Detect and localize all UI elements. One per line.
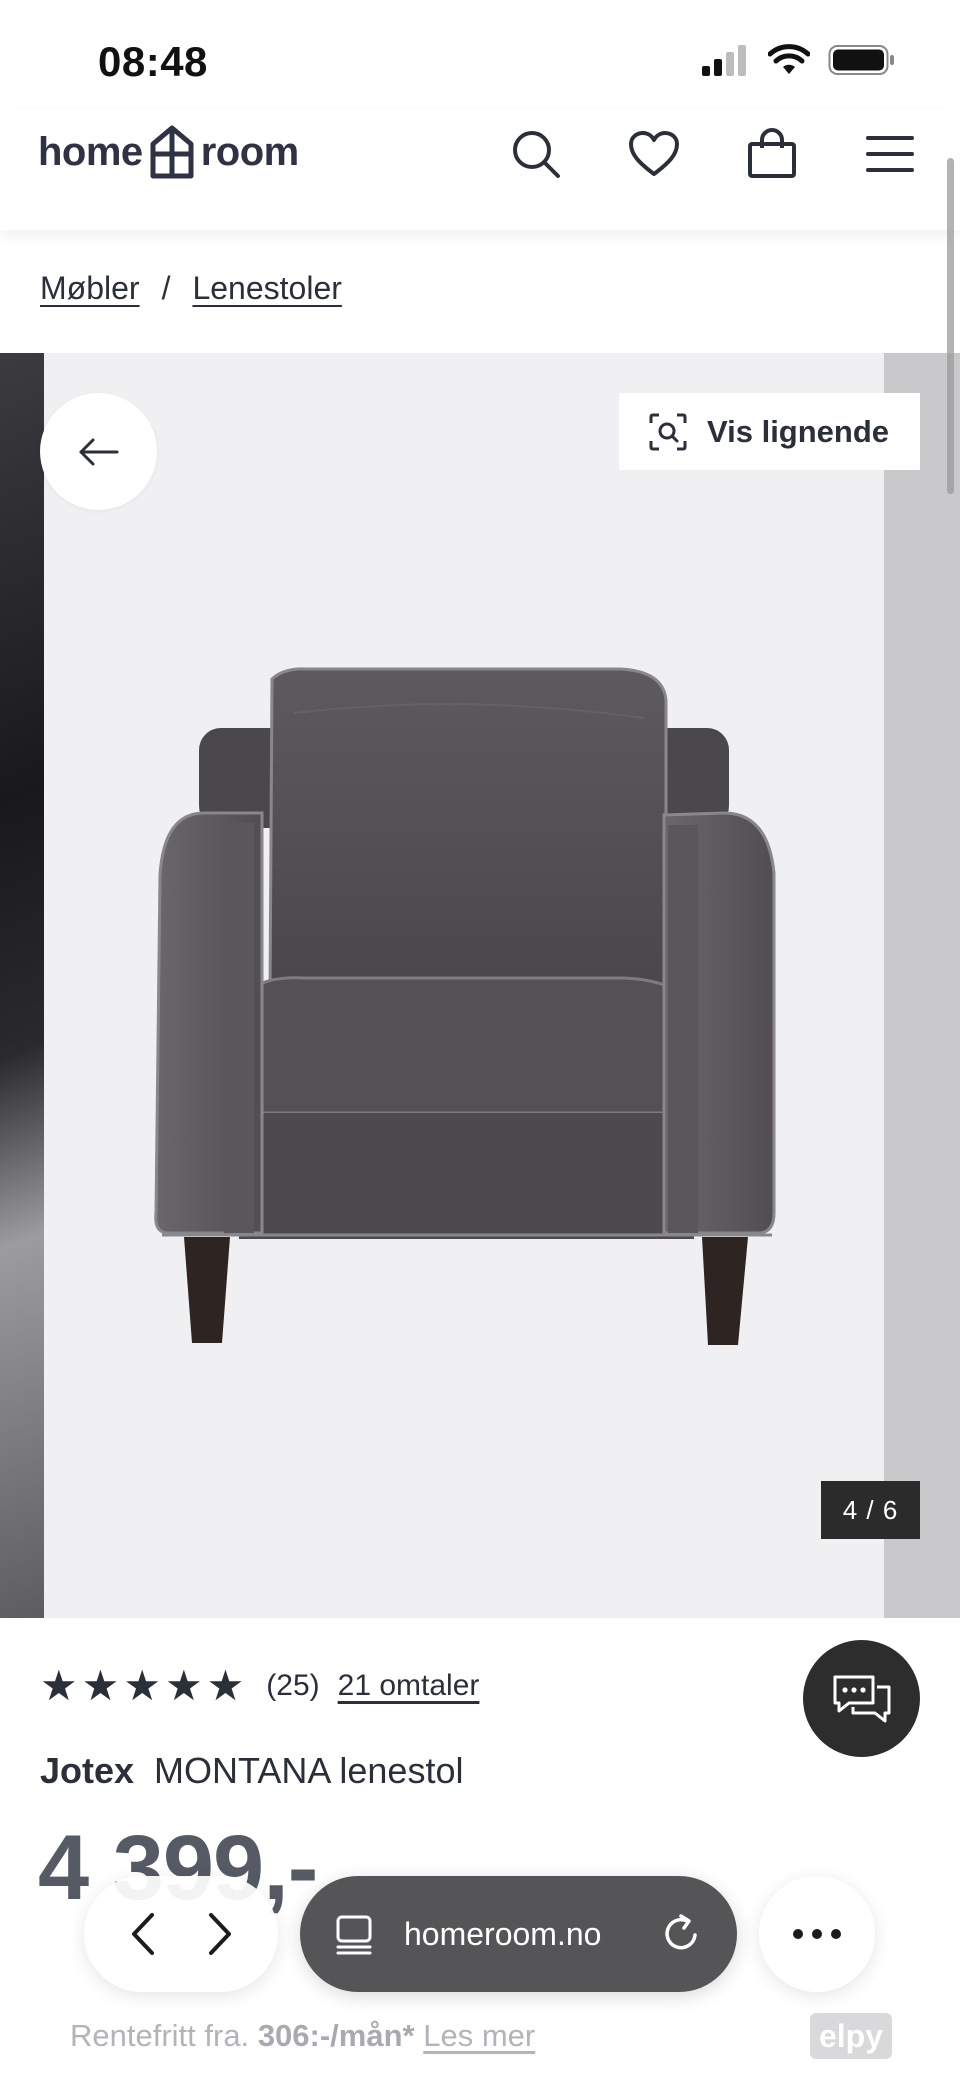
browser-more-button[interactable]	[759, 1876, 875, 1992]
homeroom-logo[interactable]: home room	[38, 124, 299, 180]
menu-button[interactable]	[860, 124, 920, 184]
logo-text-home: home	[38, 129, 143, 174]
rating-count: (25)	[266, 1669, 320, 1702]
arrow-left-icon	[79, 438, 118, 465]
chat-button[interactable]	[803, 1640, 920, 1757]
star-icon: ★	[81, 1662, 120, 1709]
back-button[interactable]	[40, 393, 157, 510]
menu-icon	[866, 136, 914, 172]
product-image[interactable]	[44, 353, 884, 1618]
chevron-left-icon	[131, 1913, 154, 1955]
visual-search-icon	[649, 413, 687, 450]
financing-amount: 306:-/mån*	[257, 2018, 415, 2053]
reload-icon	[665, 1914, 697, 1950]
heart-icon	[629, 131, 679, 176]
status-bar: 08:48	[0, 0, 960, 110]
product-name: MONTANA lenestol	[154, 1750, 464, 1791]
star-icon: ★	[40, 1662, 78, 1709]
site-header: home room	[0, 110, 960, 230]
cart-button[interactable]	[742, 124, 802, 184]
breadcrumb-item-mobler[interactable]: Møbler	[40, 270, 140, 307]
shopping-bag-icon	[748, 128, 796, 178]
more-dots-icon	[793, 1929, 841, 1939]
breadcrumb: Møbler / Lenestoler	[40, 270, 342, 307]
browser-back-button[interactable]	[128, 1911, 158, 1957]
financing-read-more-link[interactable]: Les mer	[423, 2018, 535, 2053]
house-logo-icon	[150, 125, 194, 179]
wishlist-button[interactable]	[624, 124, 684, 184]
chevron-right-icon	[208, 1913, 231, 1955]
wifi-icon	[768, 44, 810, 74]
financing-info: Rentefritt fra. 306:-/mån* Les mer	[70, 2018, 535, 2054]
rating-summary: ★ ★ ★ ★ ★ (25) 21 omtaler	[40, 1665, 479, 1707]
battery-icon	[828, 45, 894, 75]
previous-image-peek[interactable]	[0, 353, 44, 1618]
status-time: 08:48	[98, 38, 208, 85]
find-similar-label: Vis lignende	[707, 413, 890, 449]
product-brand: Jotex	[40, 1750, 135, 1791]
image-counter: 4 / 6	[821, 1481, 920, 1539]
product-image-gallery[interactable]: Vis lignende 4 / 6	[0, 353, 960, 1618]
reviews-link[interactable]: 21 omtaler	[338, 1669, 480, 1703]
product-title: Jotex MONTANA lenestol	[40, 1750, 463, 1792]
logo-text-room: room	[200, 129, 300, 174]
search-icon	[513, 131, 560, 178]
cellular-signal-icon	[702, 45, 746, 76]
breadcrumb-separator: /	[161, 270, 171, 306]
tabs-icon	[336, 1915, 372, 1955]
armchair-image	[154, 667, 776, 1345]
url-text: homeroom.no	[404, 1915, 602, 1952]
search-button[interactable]	[506, 124, 566, 184]
reload-button[interactable]	[661, 1913, 703, 1955]
browser-forward-button[interactable]	[205, 1911, 235, 1957]
page-scrollbar[interactable]	[947, 158, 954, 494]
browser-nav-controls	[84, 1876, 278, 1992]
find-similar-button[interactable]: Vis lignende	[619, 393, 920, 470]
next-image-peek[interactable]	[884, 353, 960, 1618]
star-icon: ★	[206, 1662, 245, 1709]
status-icons	[700, 44, 896, 76]
elpy-logo: elpy	[810, 2013, 892, 2059]
breadcrumb-item-lenestoler[interactable]: Lenestoler	[192, 270, 341, 307]
financing-prefix: Rentefritt fra.	[70, 2018, 250, 2053]
star-icon: ★	[164, 1662, 203, 1709]
star-icon: ★	[123, 1662, 161, 1709]
browser-address-bar[interactable]: homeroom.no	[300, 1876, 737, 1992]
star-rating: ★ ★ ★ ★ ★	[40, 1665, 244, 1707]
chat-icon	[833, 1675, 890, 1722]
